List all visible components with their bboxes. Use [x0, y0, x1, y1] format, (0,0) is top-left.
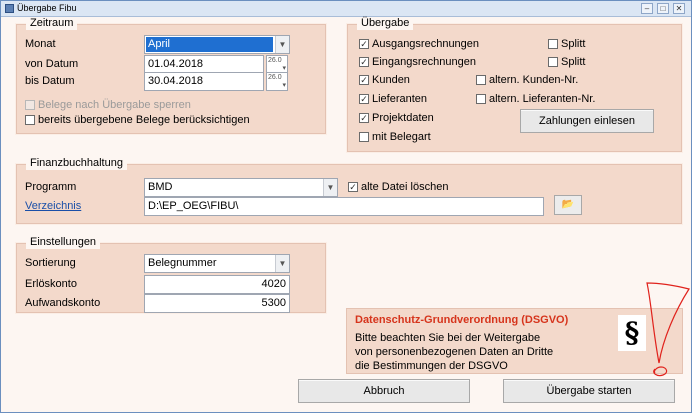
altern-lieferanten-label: altern. Lieferanten-Nr.	[489, 93, 596, 105]
kunden-label: Kunden	[372, 74, 410, 86]
uebergabe-legend: Übergabe	[357, 17, 414, 30]
zahlungen-einlesen-button[interactable]: Zahlungen einlesen	[520, 109, 654, 133]
verzeichnis-input[interactable]: D:\EP_OEG\FIBU\	[144, 197, 544, 216]
aufwandskonto-input[interactable]: 5300	[144, 294, 290, 313]
erloeskonto-input[interactable]: 4020	[144, 275, 290, 294]
splitt-ausgang-label: Splitt	[561, 38, 586, 50]
splitt-eingang-label: Splitt	[561, 56, 586, 68]
monat-label: Monat	[25, 38, 56, 50]
mit-belegart-checkbox[interactable]: mit Belegart	[359, 131, 431, 143]
ausgangsrechnungen-label: Ausgangsrechnungen	[372, 38, 480, 50]
check-icon: ✓	[359, 94, 369, 104]
projektdaten-label: Projektdaten	[372, 112, 434, 124]
folder-open-button[interactable]: 📂	[554, 195, 582, 215]
chevron-down-icon[interactable]: ▼	[323, 179, 337, 196]
check-icon: ✓	[359, 75, 369, 85]
lieferanten-label: Lieferanten	[372, 93, 428, 105]
alte-datei-loeschen-checkbox[interactable]: ✓ alte Datei löschen	[348, 181, 448, 193]
programm-value: BMD	[148, 181, 173, 193]
monat-select[interactable]: April ▼	[144, 35, 290, 54]
finanzbuchhaltung-legend: Finanzbuchhaltung	[26, 157, 127, 170]
einstellungen-legend: Einstellungen	[26, 236, 101, 249]
title-bar: Übergabe Fibu – □ ✕	[1, 1, 691, 17]
uebergabe-starten-button[interactable]: Übergabe starten	[503, 379, 675, 403]
checkbox-box	[25, 100, 35, 110]
altern-kunden-checkbox[interactable]: altern. Kunden-Nr.	[476, 74, 578, 86]
minimize-icon[interactable]: –	[641, 3, 653, 14]
alte-datei-loeschen-label: alte Datei löschen	[361, 181, 449, 193]
abbruch-button[interactable]: Abbruch	[298, 379, 470, 403]
chevron-down-icon: ▾	[282, 82, 286, 89]
projektdaten-checkbox[interactable]: ✓ Projektdaten	[359, 112, 434, 124]
erloeskonto-label: Erlöskonto	[25, 278, 77, 290]
mit-belegart-label: mit Belegart	[372, 131, 431, 143]
belege-sperren-label: Belege nach Übergabe sperren	[38, 99, 191, 111]
checkbox-box	[548, 57, 558, 67]
close-icon[interactable]: ✕	[673, 3, 685, 14]
programm-select[interactable]: BMD ▼	[144, 178, 338, 197]
dialog-window: Übergabe Fibu – □ ✕ Zeitraum Monat April…	[0, 0, 692, 413]
uebergebene-belege-label: bereits übergebene Belege berücksichtige…	[38, 114, 250, 126]
belege-sperren-checkbox[interactable]: Belege nach Übergabe sperren	[25, 99, 191, 111]
checkbox-box	[548, 39, 558, 49]
bis-datum-input[interactable]: 30.04.2018	[144, 72, 264, 91]
check-icon: ✓	[359, 39, 369, 49]
altern-lieferanten-checkbox[interactable]: altern. Lieferanten-Nr.	[476, 93, 595, 105]
chevron-down-icon: ▾	[282, 65, 286, 72]
checkbox-box	[359, 132, 369, 142]
bis-datum-picker-text: 26.0	[268, 74, 282, 81]
sortierung-value: Belegnummer	[148, 257, 217, 269]
bis-datum-label: bis Datum	[25, 75, 75, 87]
splitt-ausgang-checkbox[interactable]: Splitt	[548, 38, 585, 50]
check-icon: ✓	[359, 57, 369, 67]
verzeichnis-link[interactable]: Verzeichnis	[25, 200, 81, 212]
eingangsrechnungen-label: Eingangsrechnungen	[372, 56, 476, 68]
check-icon: ✓	[348, 182, 358, 192]
paragraph-icon: §	[618, 315, 646, 351]
aufwandskonto-label: Aufwandskonto	[25, 297, 101, 309]
check-icon: ✓	[359, 113, 369, 123]
chevron-down-icon[interactable]: ▼	[275, 255, 289, 272]
checkbox-box	[25, 115, 35, 125]
app-icon	[5, 4, 14, 13]
checkbox-box	[476, 75, 486, 85]
dsgvo-line-3: die Bestimmungen der DSGVO	[355, 360, 508, 372]
dsgvo-line-2: von personenbezogenen Daten an Dritte	[355, 346, 554, 358]
window-title: Übergabe Fibu	[17, 3, 77, 13]
sortierung-label: Sortierung	[25, 257, 76, 269]
ausgangsrechnungen-checkbox[interactable]: ✓ Ausgangsrechnungen	[359, 38, 479, 50]
uebergebene-belege-checkbox[interactable]: bereits übergebene Belege berücksichtige…	[25, 114, 250, 126]
programm-label: Programm	[25, 181, 77, 193]
maximize-icon[interactable]: □	[657, 3, 669, 14]
checkbox-box	[476, 94, 486, 104]
von-datum-label: von Datum	[25, 58, 79, 70]
monat-selected-value: April	[146, 37, 273, 52]
altern-kunden-label: altern. Kunden-Nr.	[489, 74, 579, 86]
chevron-down-icon[interactable]: ▼	[275, 36, 289, 53]
folder-open-icon: 📂	[561, 199, 575, 210]
dsgvo-line-1: Bitte beachten Sie bei der Weitergabe	[355, 332, 541, 344]
sortierung-select[interactable]: Belegnummer ▼	[144, 254, 290, 273]
splitt-eingang-checkbox[interactable]: Splitt	[548, 56, 585, 68]
von-datum-picker-text: 26.0	[268, 57, 282, 64]
kunden-checkbox[interactable]: ✓ Kunden	[359, 74, 410, 86]
zeitraum-legend: Zeitraum	[26, 17, 78, 30]
bis-datum-picker[interactable]: 26.0 ▾	[266, 72, 288, 91]
lieferanten-checkbox[interactable]: ✓ Lieferanten	[359, 93, 427, 105]
dsgvo-title: Datenschutz-Grundverordnung (DSGVO)	[355, 314, 569, 326]
eingangsrechnungen-checkbox[interactable]: ✓ Eingangsrechnungen	[359, 56, 476, 68]
